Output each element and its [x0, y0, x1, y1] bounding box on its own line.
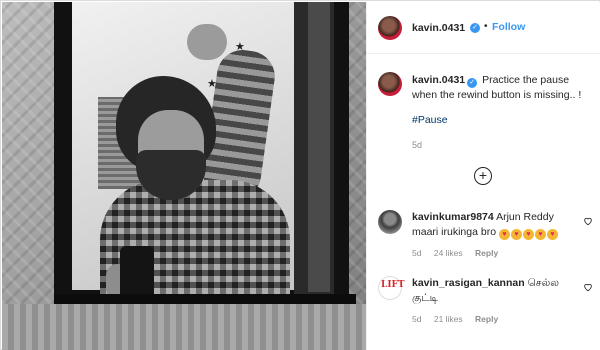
- window-sill: [54, 294, 356, 304]
- separator-dot: •: [484, 21, 488, 32]
- comment-likes[interactable]: 21 likes: [434, 314, 463, 324]
- caption-text: kavin.0431 ✓ Practice the pause when the …: [412, 73, 594, 103]
- comment-item: kavinkumar9874 Arjun Reddy maari iruking…: [367, 206, 600, 266]
- comment-timestamp[interactable]: 5d: [412, 248, 421, 258]
- comment-item: LIFT kavin_rasigan_kannan செல்ல குட்டி 5…: [367, 272, 600, 332]
- heart-eyes-emoji-icon: ♥: [510, 229, 522, 240]
- fist: [187, 24, 227, 60]
- lower-wall: [2, 304, 366, 350]
- comment-username[interactable]: kavinkumar9874: [412, 211, 494, 223]
- post-details-panel: kavin.0431 ✓ • Follow kavin.0431 ✓ Practi…: [366, 2, 600, 350]
- verified-badge-icon: ✓: [467, 78, 478, 88]
- heart-eyes-emoji-icon: ♥: [522, 229, 534, 240]
- instagram-post-card: ★ ★ ★ kavin.0431 ✓ • Follow kavin.0431✓ …: [0, 0, 600, 350]
- comment-text: kavin_rasigan_kannan செல்ல குட்டி: [412, 276, 572, 306]
- post-header: kavin.0431 ✓ • Follow: [367, 2, 600, 54]
- heart-eyes-emoji-icon: ♥: [534, 229, 546, 240]
- heart-eyes-emoji-icon: ♥: [498, 229, 510, 240]
- reply-button[interactable]: Reply: [475, 248, 498, 258]
- comment-text: kavinkumar9874 Arjun Reddy maari iruking…: [412, 210, 572, 240]
- comment-likes[interactable]: 24 likes: [434, 248, 463, 258]
- author-username[interactable]: kavin.0431: [412, 22, 465, 34]
- commenter-avatar[interactable]: [378, 210, 402, 234]
- comment-meta: 5d 21 likes Reply: [412, 314, 508, 324]
- caption-username[interactable]: kavin.0431: [412, 74, 465, 86]
- load-more-comments-icon[interactable]: +: [474, 167, 492, 185]
- hashtag-link[interactable]: #Pause: [412, 114, 448, 126]
- post-photo[interactable]: ★ ★ ★: [2, 2, 366, 350]
- author-avatar[interactable]: [378, 72, 402, 96]
- like-heart-icon[interactable]: [583, 282, 593, 292]
- heart-eyes-emoji-icon: ♥: [546, 229, 558, 240]
- comment-timestamp[interactable]: 5d: [412, 314, 421, 324]
- reply-button[interactable]: Reply: [475, 314, 498, 324]
- door-panel: [308, 2, 330, 292]
- lift-logo: LIFT: [381, 280, 405, 290]
- follow-button[interactable]: Follow: [492, 21, 525, 33]
- caption-timestamp[interactable]: 5d: [412, 140, 422, 150]
- verified-badge-icon: ✓: [470, 23, 480, 33]
- comment-meta: 5d 24 likes Reply: [412, 248, 508, 258]
- like-heart-icon[interactable]: [583, 216, 593, 226]
- author-avatar[interactable]: [378, 16, 402, 40]
- comment-username[interactable]: kavin_rasigan_kannan: [412, 277, 525, 289]
